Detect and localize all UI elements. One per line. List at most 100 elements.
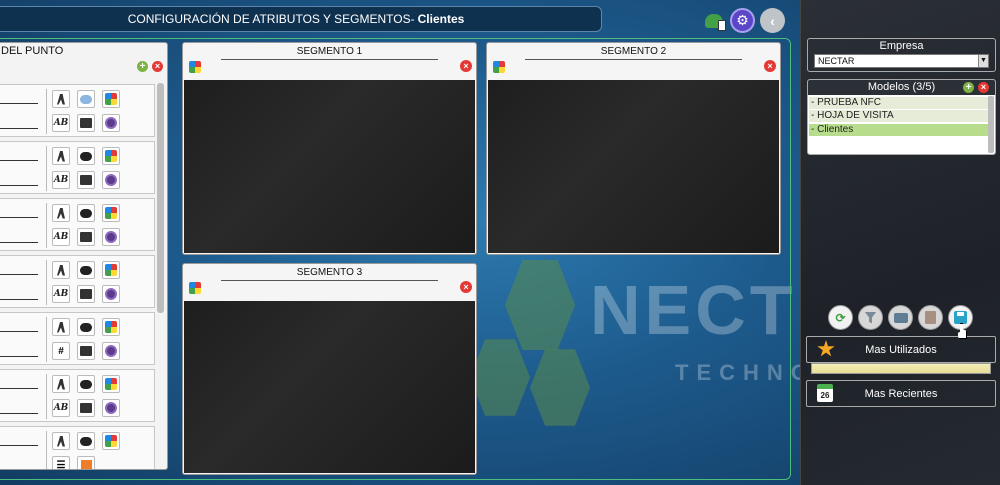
attribute-options-button[interactable] bbox=[102, 114, 120, 132]
attribute-type-button[interactable] bbox=[52, 318, 70, 336]
attribute-comment-button[interactable] bbox=[77, 147, 95, 165]
print-button[interactable] bbox=[888, 305, 913, 330]
attribute-image-button[interactable] bbox=[77, 114, 95, 132]
segment-palette-button[interactable] bbox=[187, 59, 202, 74]
attribute-color-button[interactable] bbox=[102, 261, 120, 279]
delete-segment-button[interactable]: × bbox=[460, 281, 472, 293]
copy-icon bbox=[925, 311, 936, 324]
delete-attribute-button[interactable]: × bbox=[152, 61, 163, 72]
attribute-color-button[interactable] bbox=[102, 147, 120, 165]
attribute-image-button[interactable] bbox=[77, 399, 95, 417]
attribute-options-button[interactable] bbox=[102, 228, 120, 246]
attribute-edit-button[interactable] bbox=[77, 456, 95, 469]
model-item-prueba-nfc[interactable]: - PRUEBA NFC bbox=[809, 97, 989, 109]
back-button[interactable]: ‹ bbox=[760, 8, 785, 33]
attribute-image-button[interactable] bbox=[77, 342, 95, 360]
add-model-button[interactable]: + bbox=[963, 82, 974, 93]
mas-recientes-panel[interactable]: 26 Mas Recientes bbox=[806, 380, 996, 407]
segment-drop-area[interactable] bbox=[184, 80, 475, 253]
delete-segment-button[interactable]: × bbox=[764, 60, 776, 72]
attribute-image-button[interactable] bbox=[77, 285, 95, 303]
divider bbox=[46, 317, 47, 362]
attribute-row[interactable]: AB bbox=[0, 84, 155, 137]
attribute-comment-button[interactable] bbox=[77, 375, 95, 393]
attribute-value-line bbox=[0, 185, 38, 186]
attribute-color-button[interactable] bbox=[102, 204, 120, 222]
attribute-options-button[interactable] bbox=[102, 285, 120, 303]
attribute-color-button[interactable] bbox=[102, 90, 120, 108]
add-attribute-button[interactable]: + bbox=[137, 61, 148, 72]
attribute-format-button[interactable]: AB bbox=[52, 285, 70, 303]
attribute-type-button[interactable] bbox=[52, 204, 70, 222]
palette-icon bbox=[188, 60, 201, 73]
image-icon bbox=[80, 403, 92, 413]
segment-palette-button[interactable] bbox=[491, 59, 506, 74]
segment-drop-area[interactable] bbox=[488, 80, 779, 253]
filter-button[interactable] bbox=[858, 305, 883, 330]
attribute-comment-button[interactable] bbox=[77, 90, 95, 108]
list-icon: ☰ bbox=[56, 459, 66, 470]
attribute-options-button[interactable] bbox=[102, 171, 120, 189]
modelos-scrollbar[interactable] bbox=[988, 96, 994, 153]
attribute-list-button[interactable]: ☰ bbox=[52, 456, 70, 470]
attribute-color-button[interactable] bbox=[102, 375, 120, 393]
attribute-color-button[interactable] bbox=[102, 432, 120, 450]
attribute-row[interactable]: # bbox=[0, 312, 155, 365]
attribute-comment-button[interactable] bbox=[77, 318, 95, 336]
attribute-type-button[interactable] bbox=[52, 90, 70, 108]
attributes-scrollbar[interactable] bbox=[157, 83, 164, 313]
divider bbox=[46, 89, 47, 134]
copy-button[interactable] bbox=[918, 305, 943, 330]
attribute-format-button[interactable]: AB bbox=[52, 114, 70, 132]
palette-icon bbox=[105, 378, 117, 390]
attribute-type-button[interactable] bbox=[52, 261, 70, 279]
attribute-format-button[interactable]: AB bbox=[52, 171, 70, 189]
attribute-row[interactable]: AB bbox=[0, 198, 155, 251]
attribute-format-button[interactable]: AB bbox=[52, 228, 70, 246]
drag-runner-icon bbox=[57, 93, 65, 105]
attribute-image-button[interactable] bbox=[77, 171, 95, 189]
circle-icon bbox=[105, 402, 117, 414]
attribute-value-line bbox=[0, 356, 38, 357]
attribute-format-button[interactable]: # bbox=[52, 342, 70, 360]
attribute-row[interactable]: ☰ bbox=[0, 426, 155, 470]
attribute-row[interactable]: AB bbox=[0, 369, 155, 422]
model-item-clientes[interactable]: - Clientes bbox=[809, 124, 989, 136]
mas-utilizados-panel[interactable]: Mas Utilizados bbox=[806, 336, 996, 363]
model-item-hoja-de-visita[interactable]: - HOJA DE VISITA bbox=[809, 110, 989, 122]
attribute-options-button[interactable] bbox=[102, 342, 120, 360]
settings-button[interactable]: ⚙ bbox=[730, 8, 755, 33]
app-root: NECT TECHNO CONFIGURACIÓN DE ATRIBUTOS Y… bbox=[0, 0, 1000, 485]
drag-runner-icon bbox=[57, 207, 65, 219]
attribute-row[interactable]: AB bbox=[0, 255, 155, 308]
mas-utilizados-list[interactable] bbox=[811, 363, 991, 374]
attribute-comment-button[interactable] bbox=[77, 432, 95, 450]
text-format-icon: AB bbox=[53, 118, 69, 128]
palette-icon bbox=[105, 435, 117, 447]
drag-runner-icon bbox=[57, 321, 65, 333]
attribute-comment-button[interactable] bbox=[77, 261, 95, 279]
attribute-color-button[interactable] bbox=[102, 318, 120, 336]
attribute-type-button[interactable] bbox=[52, 375, 70, 393]
segment-palette-button[interactable] bbox=[187, 280, 202, 295]
attribute-type-button[interactable] bbox=[52, 432, 70, 450]
save-icon bbox=[954, 311, 967, 324]
delete-model-button[interactable]: × bbox=[978, 82, 989, 93]
palette-icon bbox=[492, 60, 505, 73]
chevron-down-icon[interactable]: ▼ bbox=[978, 55, 988, 67]
delete-segment-button[interactable]: × bbox=[460, 60, 472, 72]
empresa-select[interactable]: NECTAR ▼ bbox=[814, 54, 989, 68]
filter-icon bbox=[864, 311, 877, 324]
attribute-type-button[interactable] bbox=[52, 147, 70, 165]
refresh-button[interactable]: ⟳ bbox=[828, 305, 853, 330]
attribute-format-button[interactable]: AB bbox=[52, 399, 70, 417]
page-title-model: Clientes bbox=[417, 12, 465, 26]
attribute-options-button[interactable] bbox=[102, 399, 120, 417]
settings-icon: ⚙ bbox=[736, 12, 749, 28]
segment-drop-area[interactable] bbox=[184, 301, 475, 473]
segment-panel-3: SEGMENTO 3 × bbox=[182, 263, 477, 475]
attribute-image-button[interactable] bbox=[77, 228, 95, 246]
attribute-comment-button[interactable] bbox=[77, 204, 95, 222]
device-sync-button[interactable] bbox=[701, 8, 726, 33]
attribute-row[interactable]: AB bbox=[0, 141, 155, 194]
